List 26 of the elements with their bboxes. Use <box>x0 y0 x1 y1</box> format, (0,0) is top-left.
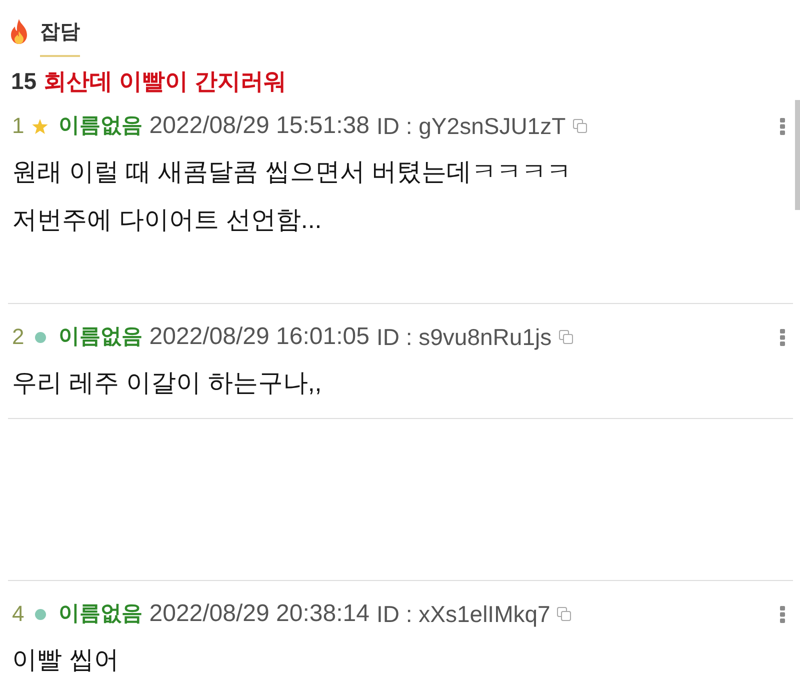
copy-icon[interactable] <box>558 330 573 344</box>
post-number: 1 <box>12 112 24 140</box>
post-id: ID : xXs1elIMkq7 <box>376 600 550 628</box>
flame-icon <box>10 19 28 44</box>
post-number: 4 <box>12 600 24 628</box>
post-id: ID : s9vu8nRu1js <box>376 323 552 351</box>
post-body: 우리 레주 이갈이 하는구나,, <box>11 368 323 399</box>
post-datetime: 2022/08/29 15:51:38 <box>149 112 370 140</box>
category-label: 잡담 <box>40 19 80 57</box>
author-name: 이름없음 <box>58 324 142 350</box>
author-name: 이름없음 <box>58 601 142 627</box>
copy-icon[interactable] <box>557 607 572 621</box>
thread-number: 15 <box>11 69 37 93</box>
scrollbar-thumb[interactable] <box>795 100 800 210</box>
post-number: 2 <box>12 323 24 351</box>
more-menu-icon[interactable] <box>780 328 785 346</box>
more-menu-icon[interactable] <box>780 118 785 134</box>
post-datetime: 2022/08/29 20:38:14 <box>149 600 370 628</box>
post-datetime: 2022/08/29 16:01:05 <box>149 323 370 351</box>
post-body: 이빨 씹어 <box>11 645 120 676</box>
copy-icon[interactable] <box>572 119 587 133</box>
post-id: ID : gY2snSJU1zT <box>376 112 566 140</box>
more-menu-icon[interactable] <box>780 606 785 622</box>
post-body: 원래 이럴 때 새콤달콤 씹으면서 버텼는데ㅋㅋㅋㅋ 저번주에 다이어트 선언함... <box>11 157 573 236</box>
author-name: 이름없음 <box>58 113 142 139</box>
thread-title: 회산데 이빨이 간지러워 <box>44 69 286 93</box>
